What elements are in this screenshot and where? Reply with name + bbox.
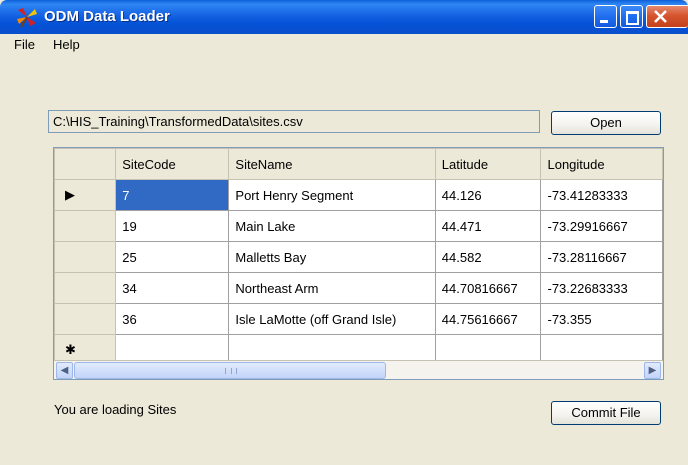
- pinwheel-icon: [17, 8, 37, 27]
- grid-cell[interactable]: 44.75616667: [434, 303, 542, 335]
- horizontal-scrollbar[interactable]: ◀ ▶: [54, 360, 663, 379]
- title-bar[interactable]: ODM Data Loader: [0, 0, 688, 34]
- scroll-right-icon[interactable]: ▶: [644, 362, 661, 379]
- column-header-latitude[interactable]: Latitude: [434, 148, 542, 180]
- window-title: ODM Data Loader: [44, 8, 170, 25]
- grid-cell[interactable]: -73.355: [540, 303, 663, 335]
- grid-cell[interactable]: 44.471: [434, 210, 542, 242]
- scrollbar-thumb[interactable]: [74, 362, 386, 379]
- app-window: ODM Data Loader File Help C:\HIS_Trainin…: [0, 0, 688, 465]
- grid-cell[interactable]: 44.582: [434, 241, 542, 273]
- grid-cell[interactable]: 44.70816667: [434, 272, 542, 304]
- grid-cell[interactable]: Main Lake: [228, 210, 436, 242]
- grid-cell[interactable]: 19: [115, 210, 230, 242]
- table-row: 36 Isle LaMotte (off Grand Isle) 44.7561…: [54, 303, 663, 335]
- grid-cell[interactable]: -73.29916667: [540, 210, 663, 242]
- grid-cell[interactable]: 36: [115, 303, 230, 335]
- grid-cell[interactable]: Northeast Arm: [228, 272, 436, 304]
- grip-icon: [225, 368, 237, 374]
- maximize-button[interactable]: [620, 5, 643, 28]
- open-button[interactable]: Open: [551, 111, 661, 135]
- current-row-indicator-icon[interactable]: ▶: [54, 179, 117, 211]
- minimize-button[interactable]: [594, 5, 617, 28]
- grid-header-row: SiteCode SiteName Latitude Longitude: [54, 148, 663, 180]
- grid-cell[interactable]: Port Henry Segment: [228, 179, 436, 211]
- grid-cell[interactable]: 34: [115, 272, 230, 304]
- grid-cell[interactable]: -73.41283333: [540, 179, 663, 211]
- grid-cell[interactable]: -73.22683333: [540, 272, 663, 304]
- grid-cell[interactable]: Malletts Bay: [228, 241, 436, 273]
- column-header-sitename[interactable]: SiteName: [228, 148, 436, 180]
- table-row: ▶ 7 Port Henry Segment 44.126 -73.412833…: [54, 179, 663, 211]
- column-header-longitude[interactable]: Longitude: [540, 148, 663, 180]
- scroll-left-icon[interactable]: ◀: [56, 362, 73, 379]
- commit-file-button[interactable]: Commit File: [551, 401, 661, 425]
- row-header-corner: [54, 148, 117, 180]
- status-text: You are loading Sites: [54, 402, 177, 417]
- close-button[interactable]: [646, 5, 688, 28]
- grid-cell[interactable]: 44.126: [434, 179, 542, 211]
- grid-cell[interactable]: 25: [115, 241, 230, 273]
- row-header[interactable]: [54, 272, 117, 304]
- menu-file[interactable]: File: [14, 37, 35, 52]
- grid-table: SiteCode SiteName Latitude Longitude ▶ 7…: [54, 148, 663, 366]
- file-path-field[interactable]: C:\HIS_Training\TransformedData\sites.cs…: [48, 110, 540, 133]
- table-row: 25 Malletts Bay 44.582 -73.28116667: [54, 241, 663, 273]
- row-header[interactable]: [54, 303, 117, 335]
- row-header[interactable]: [54, 210, 117, 242]
- grid-cell[interactable]: -73.28116667: [540, 241, 663, 273]
- grid-cell[interactable]: 7: [115, 179, 230, 211]
- close-icon: [654, 10, 667, 23]
- menu-help[interactable]: Help: [53, 37, 80, 52]
- menu-bar: File Help: [0, 34, 688, 56]
- column-header-sitecode[interactable]: SiteCode: [115, 148, 230, 180]
- data-grid[interactable]: SiteCode SiteName Latitude Longitude ▶ 7…: [53, 147, 664, 380]
- grid-cell[interactable]: Isle LaMotte (off Grand Isle): [228, 303, 436, 335]
- table-row: 34 Northeast Arm 44.70816667 -73.2268333…: [54, 272, 663, 304]
- row-header[interactable]: [54, 241, 117, 273]
- table-row: 19 Main Lake 44.471 -73.29916667: [54, 210, 663, 242]
